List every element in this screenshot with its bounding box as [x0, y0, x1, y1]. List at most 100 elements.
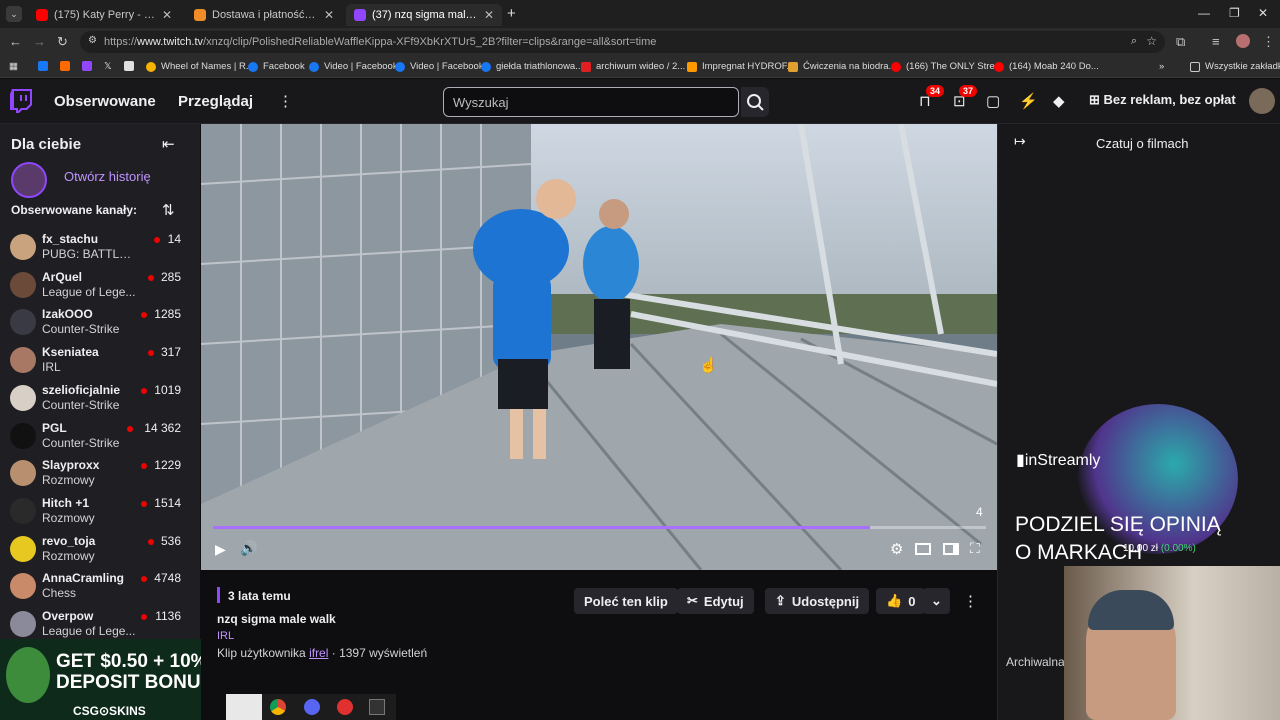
site-info-icon[interactable]: ⚙	[88, 35, 97, 46]
bookmark-impregnat[interactable]: Impregnat HYDROF...	[687, 61, 794, 72]
user-avatar[interactable]	[1249, 88, 1275, 114]
app-taskbar-icon[interactable]	[304, 699, 320, 715]
reload-icon[interactable]: ↻	[57, 34, 68, 50]
more-menu-icon[interactable]: ⋮	[278, 92, 293, 110]
bookmark-cwiczenia[interactable]: Ćwiczenia na biodra...	[788, 61, 896, 72]
zoom-icon[interactable]: ⌕	[1131, 35, 1137, 48]
bookmark-star-icon[interactable]: ☆	[1146, 34, 1157, 48]
history-avatar[interactable]	[11, 162, 47, 198]
side-panel-icon[interactable]	[943, 543, 959, 555]
search-button[interactable]	[741, 87, 769, 117]
close-tab-icon[interactable]: ✕	[484, 8, 494, 22]
whispers-icon[interactable]: ▢	[986, 92, 1000, 110]
browser-menu-icon[interactable]: ⋮	[1262, 34, 1275, 50]
taskbar-blank-tile[interactable]	[226, 694, 262, 720]
volume-button[interactable]: 🔊	[240, 540, 257, 557]
close-tab-icon[interactable]: ✕	[162, 8, 172, 22]
overlay-price: 10,00 zł (0.00%)	[1123, 543, 1196, 554]
search-input[interactable]: Wyszukaj	[443, 87, 739, 117]
bookmark-archiwum[interactable]: archiwum wideo / 2...	[581, 61, 685, 72]
browser-tab-3[interactable]: (37) nzq sigma male walk - Twit ✕	[346, 4, 502, 26]
bookmark-moab[interactable]: (164) Moab 240 Do...	[994, 61, 1099, 72]
facebook-bookmark-icon[interactable]	[38, 61, 53, 71]
scissors-icon: ✂	[687, 593, 698, 608]
clip-author-link[interactable]: ifrel	[309, 646, 328, 660]
address-bar[interactable]: ⚙ https://www.twitch.tv/xnzq/clip/Polish…	[80, 31, 1165, 53]
maximize-icon[interactable]: ❐	[1229, 6, 1240, 20]
rockpoint-favicon-icon	[194, 9, 206, 21]
more-bookmarks-icon[interactable]: »	[1159, 61, 1164, 72]
channel-name: IzakOOO	[42, 307, 93, 322]
sidebar-channel[interactable]: Hitch +1 Rozmowy 1514	[0, 494, 200, 532]
browser-tab-1[interactable]: (175) Katy Perry - Chained To Th ✕	[28, 4, 180, 26]
ad-brand: CSG⊙SKINS	[73, 704, 146, 718]
edit-button[interactable]: ✂ Edytuj	[677, 588, 754, 614]
bookmark-gielda[interactable]: giełda triathlonowa...	[481, 61, 583, 72]
profile-avatar[interactable]	[1236, 34, 1250, 48]
back-icon[interactable]: ←	[9, 34, 22, 49]
play-button[interactable]: ▶	[215, 541, 226, 558]
apps-icon[interactable]: ▦	[9, 61, 18, 72]
chrome-taskbar-icon[interactable]	[270, 699, 286, 715]
taskbar	[226, 694, 396, 720]
forward-icon[interactable]: →	[33, 34, 46, 49]
more-options-icon[interactable]: ⋮	[963, 592, 978, 610]
bookmarks-bar: ▦ 𝕏 Wheel of Names | R... Facebook Video…	[0, 56, 1280, 78]
tab-search-dropdown-icon[interactable]: ⌄	[6, 6, 22, 22]
media-controls-icon[interactable]: ≡	[1212, 34, 1220, 49]
share-button[interactable]: ⇪ Udostępnij	[765, 588, 870, 614]
settings-icon[interactable]: ⚙	[890, 540, 903, 558]
clip-category[interactable]: IRL	[217, 630, 234, 642]
x-bookmark-icon[interactable]: 𝕏	[104, 61, 112, 72]
sidebar-channel[interactable]: fx_stachu PUBG: BATTLE... 14	[0, 230, 200, 268]
channel-avatar	[10, 535, 36, 562]
browser-tab-2[interactable]: Dostawa i płatność - Rock Point ✕	[186, 4, 342, 26]
app-taskbar-icon[interactable]	[337, 699, 353, 715]
nav-following[interactable]: Obserwowane	[54, 93, 156, 110]
sidebar-channel[interactable]: AnnaCramling Chess 4748	[0, 569, 200, 607]
bookmark-wheel-of-names[interactable]: Wheel of Names | R...	[146, 61, 254, 72]
fullscreen-icon[interactable]: ⛶	[970, 540, 980, 557]
sidebar-channel[interactable]: Slayproxx Rozmowy 1229	[0, 456, 200, 494]
progress-track[interactable]	[213, 526, 986, 529]
bookmark-facebook[interactable]: Facebook	[248, 61, 305, 72]
bookmark-icon[interactable]	[124, 61, 139, 71]
bits-icon[interactable]: ◆	[1053, 92, 1065, 110]
bookmark-video-facebook-2[interactable]: Video | Facebook	[395, 61, 484, 72]
channel-name: Kseniatea	[42, 345, 99, 360]
recommend-clip-button[interactable]: Poleć ten klip	[574, 588, 678, 614]
sort-icon[interactable]: ⇅	[162, 201, 175, 219]
all-bookmarks[interactable]: Wszystkie zakładki	[1190, 61, 1280, 72]
bookmark-icon[interactable]	[60, 61, 75, 71]
sidebar-channel[interactable]: revo_toja Rozmowy 536	[0, 532, 200, 570]
channel-name: Hitch +1	[42, 495, 90, 510]
terminal-taskbar-icon[interactable]	[369, 699, 385, 715]
csgo-skins-ad[interactable]: GET $0.50 + 10% DEPOSIT BONUS CSG⊙SKINS	[0, 639, 226, 720]
twitch-logo-icon[interactable]	[10, 89, 32, 113]
close-tab-icon[interactable]: ✕	[324, 8, 334, 22]
sidebar-channel[interactable]: IzakOOO Counter-Strike 1285	[0, 305, 200, 343]
like-button[interactable]: 👍 0	[876, 588, 926, 614]
bookmark-only-stre[interactable]: (166) The ONLY Stre...	[891, 61, 1003, 72]
twitch-top-nav: Obserwowane Przeglądaj ⋮ Wyszukaj ⊓ 34 ⊡…	[0, 79, 1280, 124]
more-actions-dropdown[interactable]: ⌄	[923, 588, 950, 614]
close-window-icon[interactable]: ✕	[1258, 6, 1268, 20]
sidebar-title: Dla ciebie	[11, 136, 82, 153]
sidebar-channel[interactable]: PGL Counter-Strike 14 362	[0, 419, 200, 457]
sidebar-channel[interactable]: Kseniatea IRL 317	[0, 343, 200, 381]
twitch-bookmark-icon[interactable]	[82, 61, 97, 71]
video-player[interactable]: ☝ 4 ▶ 🔊 ⚙ ⛶	[201, 124, 997, 570]
bookmark-video-facebook-1[interactable]: Video | Facebook	[309, 61, 398, 72]
open-history-link[interactable]: Otwórz historię	[64, 169, 151, 184]
extension-icon[interactable]: ⚡	[1019, 92, 1038, 110]
turbo-button[interactable]: ⊞ Bez reklam, bez opłat	[1089, 92, 1236, 108]
new-tab-icon[interactable]: +	[507, 5, 516, 22]
sidebar-channel[interactable]: szelioficjalnie Counter-Strike 1019	[0, 381, 200, 419]
sidebar-channel[interactable]: ArQuel League of Lege... 285	[0, 268, 200, 306]
theatre-mode-icon[interactable]	[915, 543, 931, 555]
minimize-icon[interactable]: —	[1198, 6, 1210, 20]
extensions-icon[interactable]: ⧉	[1176, 34, 1185, 50]
collapse-sidebar-icon[interactable]: ⇤	[162, 135, 175, 153]
expand-chat-icon[interactable]: ↦	[1014, 133, 1026, 150]
nav-browse[interactable]: Przeglądaj	[178, 93, 253, 110]
